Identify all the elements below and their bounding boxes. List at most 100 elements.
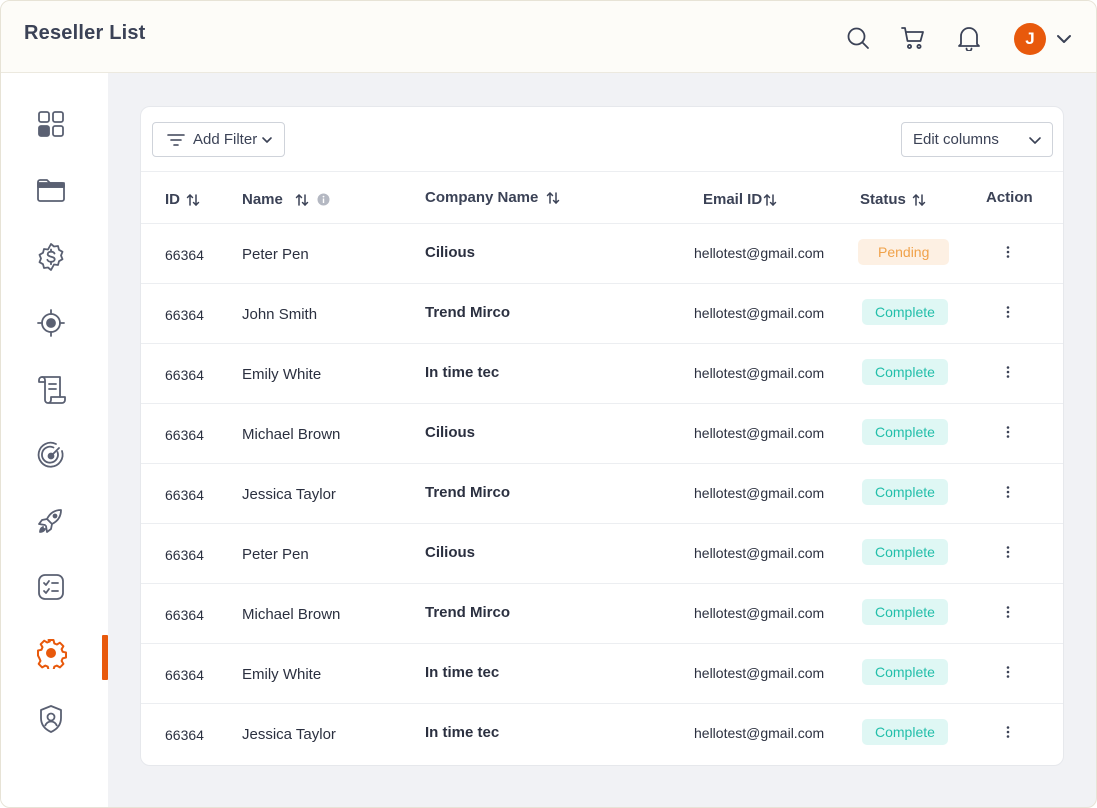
more-options-icon[interactable] bbox=[1001, 244, 1015, 260]
more-options-icon[interactable] bbox=[1001, 424, 1015, 440]
column-header-email: Email ID bbox=[703, 191, 777, 208]
more-options-icon[interactable] bbox=[1001, 304, 1015, 320]
column-header-company-label: Company Name bbox=[425, 189, 539, 206]
table-toolbar: Add Filter Edit columns bbox=[141, 107, 1063, 172]
sidebar-item-gauge[interactable] bbox=[31, 437, 71, 477]
column-header-status-label: Status bbox=[860, 191, 906, 208]
info-icon[interactable] bbox=[317, 193, 330, 206]
dashboard-grid-icon bbox=[37, 110, 65, 143]
sidebar-item-tasks[interactable] bbox=[31, 569, 71, 609]
chevron-down-icon bbox=[1028, 133, 1042, 147]
more-options-icon[interactable] bbox=[1001, 664, 1015, 680]
sidebar-item-target[interactable] bbox=[31, 305, 71, 345]
more-options-icon[interactable] bbox=[1001, 544, 1015, 560]
dollar-badge-icon bbox=[36, 242, 66, 277]
cell-email: hellotest@gmail.com bbox=[694, 605, 825, 621]
chevron-down-icon bbox=[261, 134, 273, 146]
more-options-icon[interactable] bbox=[1001, 364, 1015, 380]
page-title: Reseller List bbox=[24, 22, 146, 44]
more-options-icon[interactable] bbox=[1001, 484, 1015, 500]
bell-icon[interactable] bbox=[956, 25, 982, 51]
cell-email: hellotest@gmail.com bbox=[694, 545, 825, 561]
cell-email: hellotest@gmail.com bbox=[694, 245, 825, 261]
scroll-icon bbox=[36, 373, 66, 410]
cell-company: Trend Mirco bbox=[425, 304, 511, 321]
table-row[interactable]: 66364 Peter Pen Cilious hellotest@gmail.… bbox=[141, 524, 1063, 584]
sidebar-item-scroll[interactable] bbox=[31, 371, 71, 411]
cell-company: In time tec bbox=[425, 724, 500, 741]
cell-company: Cilious bbox=[425, 244, 476, 261]
cell-email: hellotest@gmail.com bbox=[694, 425, 825, 441]
table-row[interactable]: 66364 Michael Brown Trend Mirco hellotes… bbox=[141, 584, 1063, 644]
gear-icon bbox=[35, 637, 67, 674]
avatar[interactable]: J bbox=[1014, 23, 1046, 55]
cell-id: 66364 bbox=[165, 427, 204, 443]
sidebar-item-settings[interactable] bbox=[31, 635, 71, 675]
edit-columns-select[interactable]: Edit columns bbox=[901, 122, 1053, 157]
table-row[interactable]: 66364 John Smith Trend Mirco hellotest@g… bbox=[141, 284, 1063, 344]
cell-company: Cilious bbox=[425, 424, 476, 441]
sidebar-item-finance[interactable] bbox=[31, 239, 71, 279]
table-body: 66364 Peter Pen Cilious hellotest@gmail.… bbox=[141, 224, 1063, 764]
sidebar-item-security[interactable] bbox=[31, 701, 71, 741]
sort-icon[interactable] bbox=[763, 193, 777, 207]
status-badge: Complete bbox=[862, 479, 948, 505]
cell-name: Jessica Taylor bbox=[242, 726, 336, 743]
column-header-id-label: ID bbox=[165, 191, 180, 208]
sort-icon[interactable] bbox=[295, 193, 309, 207]
cell-id: 66364 bbox=[165, 367, 204, 383]
sidebar-item-folder[interactable] bbox=[31, 172, 71, 212]
cell-name: Peter Pen bbox=[242, 246, 309, 263]
table-row[interactable]: 66364 Jessica Taylor Trend Mirco hellote… bbox=[141, 464, 1063, 524]
checklist-icon bbox=[36, 572, 66, 607]
table-row[interactable]: 66364 Peter Pen Cilious hellotest@gmail.… bbox=[141, 224, 1063, 284]
table-row[interactable]: 66364 Emily White In time tec hellotest@… bbox=[141, 344, 1063, 404]
status-badge: Complete bbox=[862, 299, 948, 325]
sidebar-item-dashboard[interactable] bbox=[31, 106, 71, 146]
column-header-email-label: Email ID bbox=[703, 191, 763, 208]
status-badge: Complete bbox=[862, 659, 948, 685]
cart-icon[interactable] bbox=[900, 25, 926, 51]
sort-icon[interactable] bbox=[912, 193, 926, 207]
status-badge: Complete bbox=[862, 599, 948, 625]
cell-name: Jessica Taylor bbox=[242, 486, 336, 503]
cell-id: 66364 bbox=[165, 667, 204, 683]
column-header-id: ID bbox=[165, 191, 200, 208]
column-header-name-label: Name bbox=[242, 191, 283, 208]
cell-company: In time tec bbox=[425, 664, 500, 681]
status-badge: Complete bbox=[862, 719, 948, 745]
cell-id: 66364 bbox=[165, 727, 204, 743]
cell-id: 66364 bbox=[165, 307, 204, 323]
cell-email: hellotest@gmail.com bbox=[694, 485, 825, 501]
table-row[interactable]: 66364 Michael Brown Cilious hellotest@gm… bbox=[141, 404, 1063, 464]
rocket-icon bbox=[36, 506, 66, 541]
cell-company: In time tec bbox=[425, 364, 500, 381]
folder-icon bbox=[36, 177, 66, 208]
cell-name: Emily White bbox=[242, 366, 322, 383]
search-icon[interactable] bbox=[845, 25, 871, 51]
more-options-icon[interactable] bbox=[1001, 724, 1015, 740]
cell-email: hellotest@gmail.com bbox=[694, 365, 825, 381]
sort-icon[interactable] bbox=[186, 193, 200, 207]
chevron-down-icon[interactable] bbox=[1054, 29, 1074, 49]
table-row[interactable]: 66364 Emily White In time tec hellotest@… bbox=[141, 644, 1063, 704]
column-header-action-label: Action bbox=[986, 189, 1033, 206]
cell-id: 66364 bbox=[165, 247, 204, 263]
sidebar-item-launch[interactable] bbox=[31, 503, 71, 543]
cell-name: Peter Pen bbox=[242, 546, 309, 563]
status-badge: Complete bbox=[862, 539, 948, 565]
sidebar-active-indicator bbox=[102, 635, 108, 680]
add-filter-button[interactable]: Add Filter bbox=[152, 122, 285, 157]
cell-name: Michael Brown bbox=[242, 426, 341, 443]
table-row[interactable]: 66364 Jessica Taylor In time tec hellote… bbox=[141, 704, 1063, 764]
reseller-table-card: Add Filter Edit columns ID Name Company … bbox=[140, 106, 1064, 766]
edit-columns-label: Edit columns bbox=[913, 131, 999, 148]
column-header-status: Status bbox=[860, 191, 926, 208]
more-options-icon[interactable] bbox=[1001, 604, 1015, 620]
sort-icon[interactable] bbox=[546, 191, 560, 205]
cell-id: 66364 bbox=[165, 487, 204, 503]
add-filter-label: Add Filter bbox=[193, 131, 258, 148]
shield-user-icon bbox=[37, 704, 65, 739]
cell-email: hellotest@gmail.com bbox=[694, 665, 825, 681]
column-header-company: Company Name bbox=[425, 189, 560, 206]
